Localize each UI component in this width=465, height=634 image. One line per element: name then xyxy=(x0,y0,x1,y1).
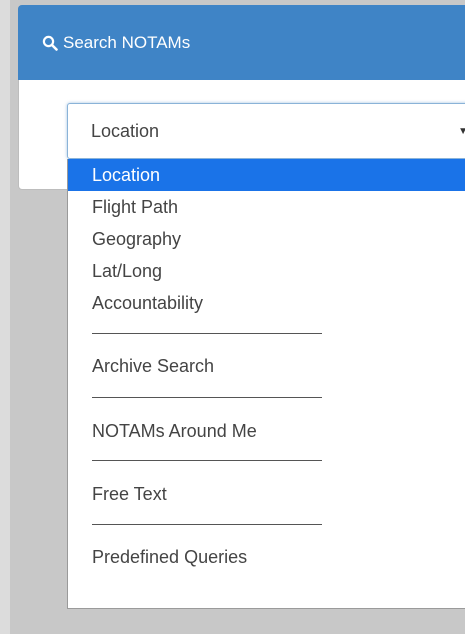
chevron-down-icon: ▼ xyxy=(458,126,465,137)
option-lat-long[interactable]: Lat/Long xyxy=(68,255,465,287)
option-archive-search[interactable]: Archive Search xyxy=(68,350,465,382)
option-accountability[interactable]: Accountability xyxy=(68,287,465,319)
search-type-dropdown: Location Flight Path Geography Lat/Long … xyxy=(67,159,465,609)
search-icon xyxy=(42,35,58,51)
option-free-text[interactable]: Free Text xyxy=(68,478,465,510)
option-divider xyxy=(92,524,322,525)
option-location[interactable]: Location xyxy=(68,159,465,191)
card-title: Search NOTAMs xyxy=(63,32,191,52)
option-geography[interactable]: Geography xyxy=(68,223,465,255)
option-notams-around-me[interactable]: NOTAMs Around Me xyxy=(68,415,465,447)
option-predefined-queries[interactable]: Predefined Queries xyxy=(68,541,465,573)
card-header: Search NOTAMs xyxy=(18,5,465,80)
option-flight-path[interactable]: Flight Path xyxy=(68,191,465,223)
search-type-select[interactable]: Location ▼ xyxy=(67,103,465,159)
option-divider xyxy=(92,397,322,398)
select-value: Location xyxy=(91,120,160,141)
option-divider xyxy=(92,333,322,334)
notam-search-page: Search NOTAMs Location ▼ Location Flight… xyxy=(0,0,465,634)
left-margin xyxy=(0,0,10,634)
option-divider xyxy=(92,460,322,461)
